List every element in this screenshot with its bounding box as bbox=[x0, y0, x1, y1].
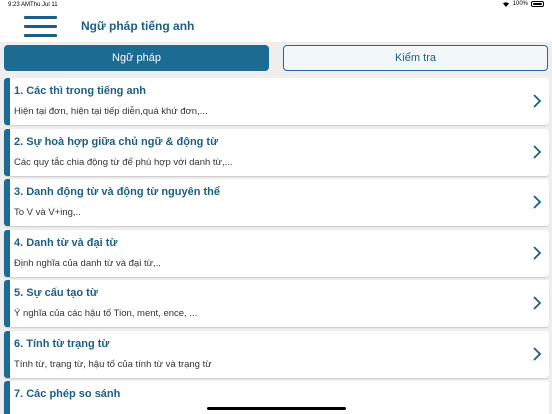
item-title: 2. Sự hoà hợp giữa chủ ngữ & động từ bbox=[14, 136, 219, 148]
item-accent-bar bbox=[4, 78, 10, 125]
chevron-right-icon bbox=[533, 296, 542, 310]
status-date: Thu Jul 11 bbox=[30, 2, 58, 8]
app-header: Ngữ pháp tiếng anh bbox=[0, 10, 552, 42]
item-accent-bar bbox=[4, 280, 10, 327]
battery-icon bbox=[531, 1, 544, 7]
item-title: 4. Danh từ và đại từ bbox=[14, 237, 118, 249]
tab-test[interactable]: Kiểm tra bbox=[283, 45, 548, 71]
item-title: 1. Các thì trong tiếng anh bbox=[14, 85, 147, 97]
item-accent-bar bbox=[4, 179, 10, 226]
status-bar: 9:23 AM Thu Jul 11 100% bbox=[0, 0, 552, 10]
home-indicator bbox=[207, 407, 346, 410]
item-subtitle: To V và V+ing,.. bbox=[14, 207, 81, 218]
status-time: 9:23 AM bbox=[8, 2, 31, 8]
item-title: 6. Tính từ trạng từ bbox=[14, 338, 110, 350]
chevron-right-icon bbox=[533, 195, 542, 209]
item-accent-bar bbox=[4, 230, 10, 277]
list-item[interactable]: 5. Sự cấu tạo từ Ý nghĩa của các hậu tố … bbox=[4, 280, 549, 327]
chevron-right-icon bbox=[533, 246, 542, 260]
item-subtitle: Tính từ, trạng từ, hậu tố của tính từ và… bbox=[14, 359, 212, 370]
wifi-icon bbox=[502, 2, 509, 7]
battery-percent: 100% bbox=[512, 1, 528, 7]
chevron-right-icon bbox=[533, 94, 542, 108]
item-subtitle: Định nghĩa của danh từ và đại từ,.. bbox=[14, 258, 161, 269]
list-item[interactable]: 4. Danh từ và đại từ Định nghĩa của danh… bbox=[4, 230, 549, 277]
item-title: 7. Các phép so sánh bbox=[14, 388, 121, 400]
page-title: Ngữ pháp tiếng anh bbox=[81, 19, 195, 33]
hamburger-menu-icon[interactable] bbox=[24, 15, 57, 39]
item-title: 5. Sự cấu tạo từ bbox=[14, 287, 98, 299]
item-title: 3. Danh động từ và động từ nguyên thể bbox=[14, 186, 220, 198]
item-accent-bar bbox=[4, 331, 10, 378]
item-accent-bar bbox=[4, 381, 10, 414]
chevron-right-icon bbox=[533, 347, 542, 361]
list-item[interactable]: 3. Danh động từ và động từ nguyên thể To… bbox=[4, 179, 549, 226]
status-indicators: 100% bbox=[502, 1, 544, 7]
item-accent-bar bbox=[4, 129, 10, 176]
list-item[interactable]: 6. Tính từ trạng từ Tính từ, trạng từ, h… bbox=[4, 331, 549, 378]
segmented-tabs: Ngữ pháp Kiểm tra bbox=[0, 42, 552, 76]
item-subtitle: Ý nghĩa của các hậu tố Tion, ment, ence,… bbox=[14, 308, 198, 319]
tab-grammar[interactable]: Ngữ pháp bbox=[4, 45, 269, 71]
item-subtitle: Các quy tắc chia động từ để phù hợp với … bbox=[14, 157, 233, 168]
item-subtitle: Hiện tại đơn, hiện tại tiếp diễn,quá khứ… bbox=[14, 106, 208, 117]
chevron-right-icon bbox=[533, 145, 542, 159]
list-item[interactable]: 2. Sự hoà hợp giữa chủ ngữ & động từ Các… bbox=[4, 129, 549, 176]
list-item[interactable]: 1. Các thì trong tiếng anh Hiện tại đơn,… bbox=[4, 78, 549, 125]
